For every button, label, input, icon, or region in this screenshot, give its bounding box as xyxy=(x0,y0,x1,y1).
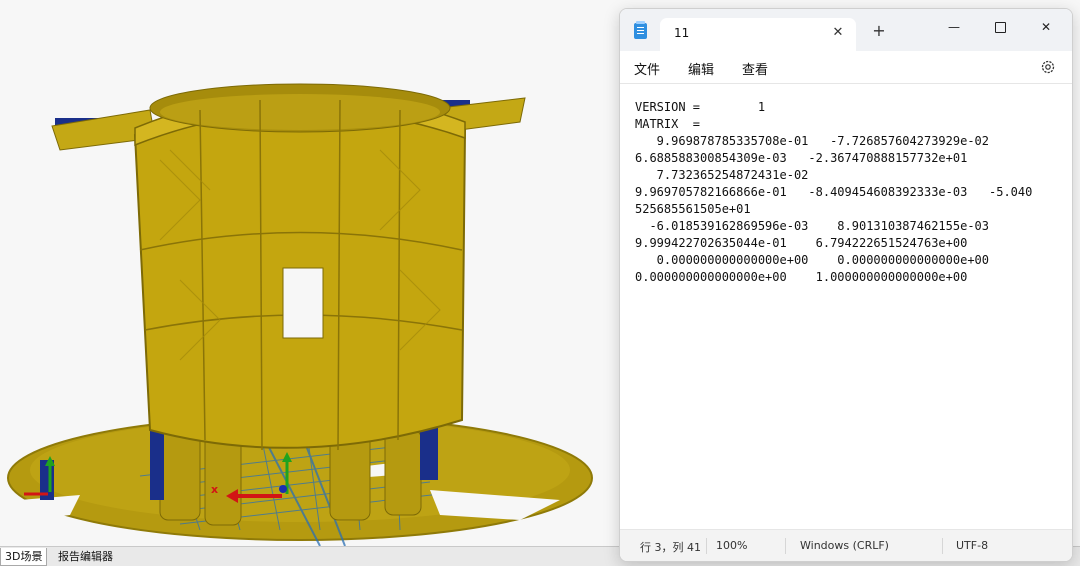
gear-icon[interactable] xyxy=(1040,59,1056,75)
status-line-ending: Windows (CRLF) xyxy=(800,539,889,552)
notepad-window: 11 ✕ + — ✕ 文件 编辑 查看 VERSION = 1 MATRIX =… xyxy=(619,8,1073,562)
status-divider xyxy=(706,538,707,554)
status-divider xyxy=(942,538,943,554)
title-bar[interactable]: 11 ✕ + — ✕ xyxy=(620,9,1072,51)
maximize-button[interactable] xyxy=(988,17,1012,37)
menu-file[interactable]: 文件 xyxy=(634,59,660,78)
document-tab[interactable]: 11 ✕ xyxy=(660,18,856,51)
tab-3d-scene[interactable]: 3D场景 xyxy=(0,548,48,566)
status-encoding: UTF-8 xyxy=(956,539,989,552)
notepad-icon xyxy=(634,21,647,39)
status-zoom: 100% xyxy=(716,539,748,552)
tab-report-editor[interactable]: 报告编辑器 xyxy=(54,548,117,565)
minimize-button[interactable]: — xyxy=(942,17,966,37)
status-bar: 行 3，列 41 100% Windows (CRLF) UTF-8 xyxy=(620,529,1072,561)
document-tab-title: 11 xyxy=(674,26,690,40)
close-tab-icon[interactable]: ✕ xyxy=(830,25,846,41)
status-divider xyxy=(785,538,786,554)
text-editor[interactable]: VERSION = 1 MATRIX = 9.969878785335708e-… xyxy=(620,84,1072,526)
axis-x-label: x xyxy=(211,483,219,496)
maximize-icon xyxy=(994,22,1006,33)
status-cursor-position: 行 3，列 41 xyxy=(640,541,701,554)
close-window-button[interactable]: ✕ xyxy=(1034,17,1058,37)
menu-edit[interactable]: 编辑 xyxy=(688,59,714,78)
menu-view[interactable]: 查看 xyxy=(742,59,768,78)
menu-bar: 文件 编辑 查看 xyxy=(620,51,1072,84)
document-content: VERSION = 1 MATRIX = 9.969878785335708e-… xyxy=(635,100,1033,284)
drum-window xyxy=(282,267,324,339)
new-tab-button[interactable]: + xyxy=(870,23,888,39)
